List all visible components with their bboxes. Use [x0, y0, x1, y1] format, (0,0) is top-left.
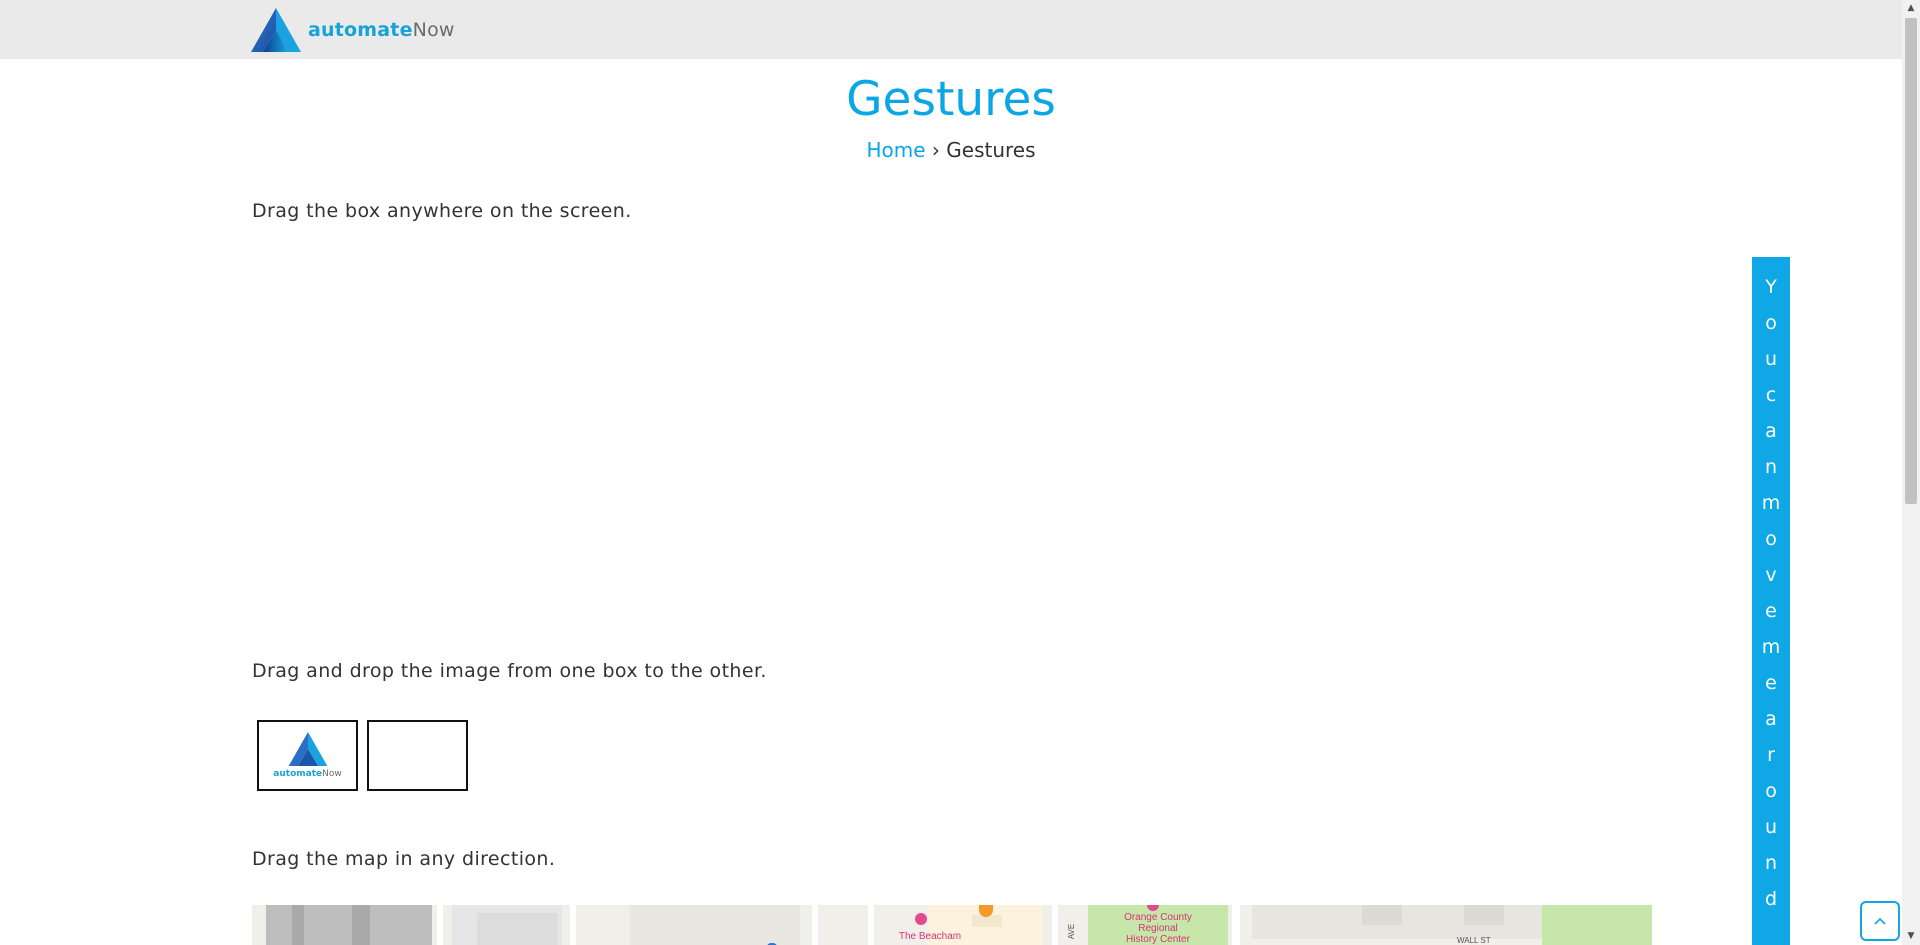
map-block [266, 905, 432, 945]
breadcrumb-home-link[interactable]: Home [866, 138, 925, 162]
map-block [630, 905, 800, 945]
map-block [1362, 905, 1402, 925]
chevron-up-icon [1874, 917, 1886, 925]
moveable-box-letter: d [1764, 888, 1778, 910]
drop-box-target[interactable] [367, 720, 468, 791]
breadcrumb: Home › Gestures [0, 138, 1902, 162]
map-road [437, 905, 443, 945]
site-logo-link[interactable]: automateNow [251, 8, 455, 52]
breadcrumb-current: Gestures [946, 138, 1036, 162]
moveable-box-letter: c [1765, 384, 1777, 406]
moveable-box-letter: o [1765, 780, 1777, 802]
moveable-box-letter: e [1765, 672, 1777, 694]
drop-box-source[interactable]: automateNow [257, 720, 358, 791]
moveable-box-letter: v [1765, 564, 1777, 586]
automatenow-logo-icon [288, 732, 327, 766]
scroll-up-arrow-icon[interactable]: ▲ [1902, 0, 1920, 17]
map-block [1464, 905, 1504, 925]
scrollbar-thumb[interactable] [1905, 18, 1917, 504]
automatenow-logo-icon [251, 8, 301, 52]
drag-map-instruction: Drag the map in any direction. [252, 848, 556, 870]
map-street-label: AVE [1067, 923, 1077, 940]
logo-text: automateNow [308, 19, 455, 41]
music-venue-icon [915, 913, 927, 925]
moveable-box-letter: r [1767, 744, 1775, 766]
moveable-box-letter: n [1764, 456, 1778, 478]
page: automateNow Gestures Home › Gestures Dra… [0, 0, 1920, 945]
moveable-box-letter: o [1765, 312, 1777, 334]
page-title: Gestures [846, 72, 1056, 127]
map-road [570, 905, 576, 945]
back-to-top-button[interactable] [1860, 901, 1900, 941]
moveable-box-letter: o [1765, 528, 1777, 550]
mini-logo-text: automateNow [273, 769, 342, 779]
map-poi-label: Orange County Regional History Center [1124, 912, 1192, 945]
breadcrumb-separator: › [931, 138, 940, 162]
map-street-label: WALL ST [1457, 936, 1491, 945]
moveable-box-letter: a [1765, 420, 1777, 442]
moveable-box[interactable]: Youcanmovemearound [1752, 257, 1790, 945]
top-header: automateNow [0, 0, 1902, 59]
map-road [1232, 905, 1240, 945]
draggable-logo-image[interactable]: automateNow [259, 732, 356, 779]
map-road [812, 905, 818, 945]
drag-box-instruction: Drag the box anywhere on the screen. [252, 200, 632, 222]
moveable-box-letter: u [1764, 348, 1778, 370]
moveable-box-letter: m [1761, 492, 1781, 514]
map-road [868, 905, 874, 945]
map-block [292, 905, 304, 945]
scroll-down-arrow-icon[interactable]: ▼ [1902, 928, 1920, 945]
moveable-box-letter: a [1765, 708, 1777, 730]
page-scrollbar[interactable]: ▲ ▼ [1902, 0, 1920, 945]
moveable-box-letter: Y [1765, 276, 1777, 298]
map-block [477, 913, 557, 945]
map-block [352, 905, 370, 945]
map-road [1052, 905, 1058, 945]
moveable-box-letter: m [1761, 636, 1781, 658]
drag-drop-instruction: Drag and drop the image from one box to … [252, 660, 767, 682]
moveable-box-letter: e [1765, 600, 1777, 622]
moveable-box-letter: n [1764, 852, 1778, 874]
moveable-box-letter: u [1764, 816, 1778, 838]
draggable-map[interactable]: The Beacham Orange County Regional Histo… [252, 905, 1652, 945]
map-poi-label: The Beacham [898, 931, 962, 942]
map-park [1542, 905, 1652, 945]
